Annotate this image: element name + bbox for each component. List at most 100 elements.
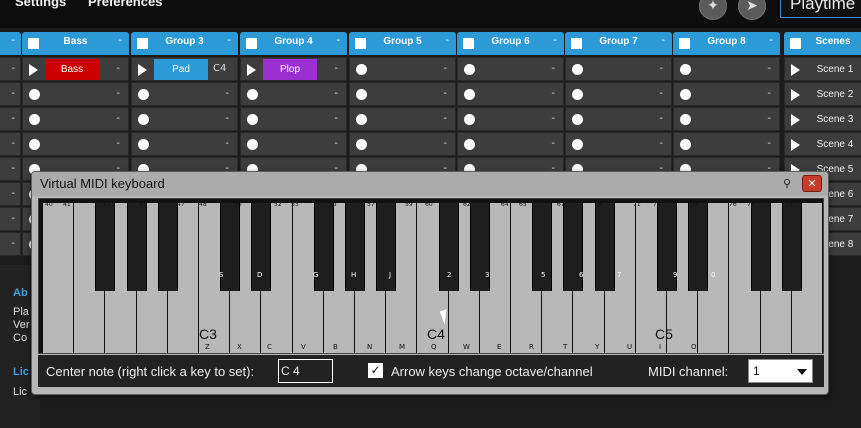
black-key[interactable] — [126, 203, 147, 291]
menu-settings[interactable]: Settings — [15, 0, 66, 9]
record-dot-icon[interactable] — [572, 139, 583, 150]
slot-partial[interactable]: - — [0, 57, 21, 81]
clip-bass[interactable]: Bass — [45, 59, 99, 80]
clip-slot[interactable]: - — [22, 107, 129, 131]
record-dot-icon[interactable] — [29, 139, 40, 150]
project-name-field[interactable]: Playtime — [780, 0, 861, 18]
clip-slot[interactable]: - — [131, 82, 238, 106]
record-dot-icon[interactable] — [572, 89, 583, 100]
clip-slot[interactable]: - — [22, 132, 129, 156]
clip-slot[interactable]: - — [240, 132, 347, 156]
group-header[interactable]: Group 3 - — [131, 32, 238, 55]
black-key[interactable] — [781, 203, 802, 291]
clip-slot[interactable]: - — [565, 82, 672, 106]
clip-slot[interactable]: - — [673, 57, 780, 81]
black-key[interactable] — [376, 203, 397, 291]
clip-slot[interactable]: - — [457, 57, 564, 81]
scene-row[interactable]: Scene 4 — [784, 132, 861, 156]
white-key[interactable] — [43, 203, 75, 353]
black-key[interactable] — [688, 203, 709, 291]
menu-preferences[interactable]: Preferences — [88, 0, 162, 9]
clip-slot[interactable]: - — [565, 57, 672, 81]
clip-slot[interactable]: - — [349, 132, 456, 156]
clip-slot[interactable]: - — [240, 82, 347, 106]
group-header[interactable]: Group 4 - — [240, 32, 347, 55]
play-icon[interactable] — [29, 64, 38, 76]
clip-slot[interactable]: - — [457, 107, 564, 131]
clip-slot[interactable]: - — [457, 132, 564, 156]
play-icon[interactable] — [791, 64, 800, 76]
clip-slot[interactable]: Plop - — [240, 57, 347, 81]
slot-partial[interactable]: - — [0, 107, 21, 131]
midi-channel-select[interactable]: 1 — [748, 359, 813, 383]
play-icon[interactable] — [791, 114, 800, 126]
record-dot-icon[interactable] — [138, 139, 149, 150]
group-header[interactable]: Group 5 - — [349, 32, 456, 55]
group-header[interactable]: Group 6 - — [457, 32, 564, 55]
scenes-select-checkbox[interactable] — [790, 38, 801, 49]
center-note-input[interactable]: C 4 — [278, 359, 333, 383]
clip-slot[interactable]: - — [349, 107, 456, 131]
clip-plop[interactable]: Plop — [263, 59, 317, 80]
scene-row[interactable]: Scene 3 — [784, 107, 861, 131]
record-dot-icon[interactable] — [464, 114, 475, 125]
record-dot-icon[interactable] — [247, 114, 258, 125]
record-dot-icon[interactable] — [680, 64, 691, 75]
clip-slot[interactable]: - — [565, 107, 672, 131]
play-icon[interactable] — [247, 64, 256, 76]
black-key[interactable] — [750, 203, 771, 291]
black-key[interactable] — [95, 203, 116, 291]
scene-row[interactable]: Scene 1 — [784, 57, 861, 81]
black-key[interactable] — [157, 203, 178, 291]
record-dot-icon[interactable] — [356, 89, 367, 100]
play-icon[interactable] — [791, 139, 800, 151]
clip-slot[interactable]: - — [457, 82, 564, 106]
record-dot-icon[interactable] — [138, 114, 149, 125]
group-header[interactable]: Group 7 - — [565, 32, 672, 55]
clip-slot[interactable]: - — [565, 132, 672, 156]
record-dot-icon[interactable] — [356, 64, 367, 75]
slot-partial[interactable]: - — [0, 132, 21, 156]
record-dot-icon[interactable] — [356, 114, 367, 125]
window-title-bar[interactable]: Virtual MIDI keyboard ⚲ ✕ — [32, 172, 828, 196]
slot-partial[interactable]: - — [0, 207, 21, 231]
record-dot-icon[interactable] — [680, 139, 691, 150]
clip-slot[interactable]: - — [22, 82, 129, 106]
slot-partial[interactable]: - — [0, 82, 21, 106]
scenes-header[interactable]: Scenes — [784, 32, 861, 55]
slot-partial[interactable]: - — [0, 157, 21, 181]
record-dot-icon[interactable] — [572, 114, 583, 125]
wrench-icon[interactable]: ✦ — [699, 0, 727, 20]
pin-icon[interactable]: ➤ — [738, 0, 766, 20]
clip-slot[interactable]: - — [131, 107, 238, 131]
play-icon[interactable] — [791, 89, 800, 101]
record-dot-icon[interactable] — [464, 139, 475, 150]
clip-slot[interactable]: Bass - — [22, 57, 129, 81]
record-dot-icon[interactable] — [464, 64, 475, 75]
record-dot-icon[interactable] — [138, 89, 149, 100]
slot-partial[interactable]: - — [0, 232, 21, 256]
arrow-keys-checkbox[interactable]: ✓ — [368, 363, 383, 378]
group-header[interactable]: Bass - — [22, 32, 129, 55]
record-dot-icon[interactable] — [29, 89, 40, 100]
clip-slot[interactable]: - — [349, 82, 456, 106]
clip-slot[interactable]: - — [673, 107, 780, 131]
record-dot-icon[interactable] — [680, 89, 691, 100]
group-header[interactable]: Group 8 - — [673, 32, 780, 55]
record-dot-icon[interactable] — [572, 64, 583, 75]
clip-slot[interactable]: - — [673, 82, 780, 106]
record-dot-icon[interactable] — [464, 89, 475, 100]
record-dot-icon[interactable] — [29, 114, 40, 125]
pin-icon[interactable]: ⚲ — [780, 177, 794, 191]
clip-slot[interactable]: Pad C4 — [131, 57, 238, 81]
close-button[interactable]: ✕ — [802, 175, 822, 192]
scene-row[interactable]: Scene 2 — [784, 82, 861, 106]
clip-slot[interactable]: - — [240, 107, 347, 131]
record-dot-icon[interactable] — [247, 89, 258, 100]
record-dot-icon[interactable] — [247, 139, 258, 150]
record-dot-icon[interactable] — [356, 139, 367, 150]
clip-pad[interactable]: Pad — [154, 59, 208, 80]
record-dot-icon[interactable] — [680, 114, 691, 125]
play-icon[interactable] — [138, 64, 147, 76]
clip-slot[interactable]: - — [131, 132, 238, 156]
